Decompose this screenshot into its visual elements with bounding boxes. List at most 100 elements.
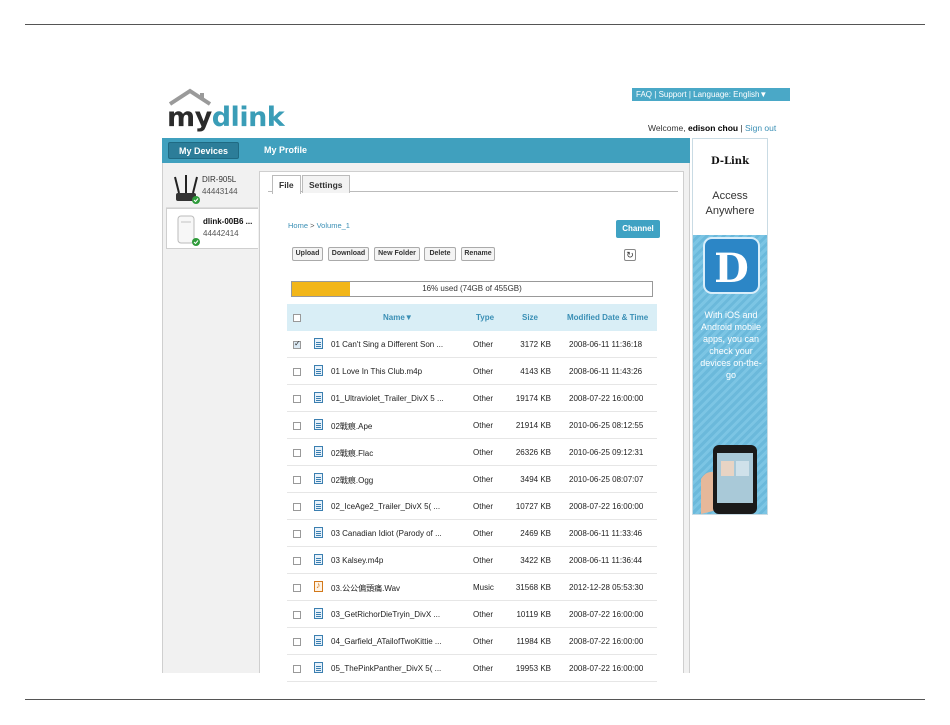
row-checkbox[interactable]	[293, 503, 301, 511]
top-links-bar: FAQ | Support | Language: English▼	[632, 88, 790, 101]
document-icon	[314, 419, 323, 430]
table-row[interactable]: 02戰痕.Ape Other 21914 KB 2010-06-25 08:12:55	[287, 412, 657, 439]
welcome-label: Welcome,	[648, 123, 686, 133]
file-modified: 2008-06-11 11:36:44	[569, 556, 643, 565]
file-type: Other	[473, 610, 494, 619]
breadcrumb-volume[interactable]: Volume_1	[317, 221, 350, 230]
file-name[interactable]: 01 Can't Sing a Different Son ...	[331, 340, 443, 349]
column-type[interactable]: Type	[476, 313, 494, 322]
file-name[interactable]: 02_IceAge2_Trailer_DivX 5( ...	[331, 502, 440, 511]
file-name[interactable]: 02戰痕.Ogg	[331, 475, 373, 486]
row-checkbox[interactable]	[293, 638, 301, 646]
file-size: 3494 KB	[520, 475, 551, 484]
row-checkbox[interactable]	[293, 449, 301, 457]
file-modified: 2008-06-11 11:33:46	[569, 529, 643, 538]
ad-tagline-line-1: Access	[712, 190, 748, 202]
tab-my-profile[interactable]: My Profile	[254, 142, 317, 159]
sign-out-link[interactable]: Sign out	[745, 123, 776, 133]
table-row[interactable]: 02戰痕.Ogg Other 3494 KB 2010-06-25 08:07:07	[287, 466, 657, 493]
file-name[interactable]: 03 Kalsey.m4p	[331, 556, 383, 565]
row-checkbox[interactable]	[293, 530, 301, 538]
file-type: Music	[473, 583, 494, 592]
document-icon	[314, 500, 323, 511]
row-checkbox[interactable]	[293, 476, 301, 484]
breadcrumb: Home > Volume_1	[288, 221, 350, 230]
file-name[interactable]: 01 Love In This Club.m4p	[331, 367, 422, 376]
row-checkbox[interactable]	[293, 665, 301, 673]
file-name[interactable]: 02戰痕.Flac	[331, 448, 373, 459]
row-checkbox[interactable]	[293, 611, 301, 619]
table-header: Name▼ Type Size Modified Date & Time	[287, 304, 657, 331]
channel-button[interactable]: Channel	[616, 220, 660, 238]
file-size: 19174 KB	[515, 394, 551, 403]
faq-link[interactable]: FAQ	[636, 90, 652, 99]
document-icon	[314, 608, 323, 619]
table-row[interactable]: 03 Canadian Idiot (Parody of ... Other 246…	[287, 520, 657, 547]
table-row[interactable]: 03_GetRichorDieTryin_DivX ... Other 10119 …	[287, 601, 657, 628]
upload-button[interactable]: Upload	[292, 247, 323, 261]
row-checkbox[interactable]	[293, 422, 301, 430]
file-size: 3422 KB	[520, 556, 551, 565]
row-checkbox[interactable]	[293, 368, 301, 376]
ad-header: D-Link Access Anywhere	[693, 139, 767, 235]
file-modified: 2010-06-25 09:12:31	[569, 448, 644, 457]
tab-settings[interactable]: Settings	[302, 175, 350, 193]
file-name[interactable]: 03_GetRichorDieTryin_DivX ...	[331, 610, 440, 619]
column-modified[interactable]: Modified Date & Time	[567, 313, 648, 322]
select-all-checkbox[interactable]	[293, 314, 301, 322]
table-row[interactable]: 01 Can't Sing a Different Son ... Other 31…	[287, 331, 657, 358]
file-modified: 2008-06-11 11:36:18	[569, 340, 643, 349]
table-row[interactable]: 02戰痕.Flac Other 26326 KB 2010-06-25 09:12:3…	[287, 439, 657, 466]
document-icon	[314, 365, 323, 376]
router-icon	[174, 175, 200, 204]
row-checkbox[interactable]	[293, 557, 301, 565]
file-modified: 2008-07-22 16:00:00	[569, 610, 644, 619]
main-nav: My Devices My Profile	[162, 138, 690, 163]
table-row[interactable]: 05_ThePinkPanther_DivX 5( ... Other 19953 …	[287, 655, 657, 682]
refresh-icon[interactable]: ↻	[624, 249, 636, 261]
document-icon	[314, 473, 323, 484]
table-row[interactable]: 03.公公偏頭痛.Wav Music 31568 KB 2012-12-28 05:5…	[287, 574, 657, 601]
file-name[interactable]: 04_Garfield_ATailofTwoKittie ...	[331, 637, 442, 646]
column-size[interactable]: Size	[522, 313, 538, 322]
tab-my-devices[interactable]: My Devices	[168, 142, 240, 159]
breadcrumb-home[interactable]: Home	[288, 221, 308, 230]
device-id: 44443144	[202, 187, 238, 196]
table-row[interactable]: 04_Garfield_ATailofTwoKittie ... Other 119…	[287, 628, 657, 655]
column-name[interactable]: Name▼	[383, 313, 413, 322]
advertisement-banner[interactable]: D-Link Access Anywhere D With iOS and An…	[692, 138, 768, 515]
row-checkbox[interactable]	[293, 584, 301, 592]
mydlink-logo[interactable]: mydlink	[165, 88, 285, 136]
file-name[interactable]: 02戰痕.Ape	[331, 421, 372, 432]
music-file-icon	[314, 580, 323, 592]
document-icon	[314, 635, 323, 646]
download-button[interactable]: Download	[328, 247, 369, 261]
table-row[interactable]: 01_Ultraviolet_Trailer_DivX 5 ... Other 19…	[287, 385, 657, 412]
language-select[interactable]: Language: English▼	[693, 90, 767, 99]
file-name[interactable]: 05_ThePinkPanther_DivX 5( ...	[331, 664, 441, 673]
table-row[interactable]: 01 Love In This Club.m4p Other 4143 KB 2008…	[287, 358, 657, 385]
file-size: 10119 KB	[516, 610, 551, 619]
table-row[interactable]: 03 Kalsey.m4p Other 3422 KB 2008-06-11 11:3…	[287, 547, 657, 574]
file-type: Other	[473, 340, 494, 349]
file-type: Other	[473, 529, 494, 538]
file-name[interactable]: 01_Ultraviolet_Trailer_DivX 5 ...	[331, 394, 444, 403]
breadcrumb-separator: >	[310, 221, 315, 230]
new-folder-button[interactable]: New Folder	[374, 247, 420, 261]
rename-button[interactable]: Rename	[461, 247, 495, 261]
dlink-brand-logo: D-Link	[710, 156, 750, 167]
delete-button[interactable]: Delete	[424, 247, 456, 261]
device-item[interactable]: DIR-905L 44443144	[166, 167, 258, 208]
file-size: 2469 KB	[520, 529, 551, 538]
table-row[interactable]: 02_IceAge2_Trailer_DivX 5( ... Other 10727…	[287, 493, 657, 520]
device-name: DIR-905L	[202, 175, 237, 184]
tab-file[interactable]: File	[272, 175, 301, 194]
row-checkbox[interactable]	[293, 395, 301, 403]
support-link[interactable]: Support	[659, 90, 687, 99]
file-modified: 2008-07-22 16:00:00	[569, 502, 644, 511]
file-name[interactable]: 03.公公偏頭痛.Wav	[331, 583, 400, 594]
row-checkbox[interactable]	[293, 339, 301, 349]
file-name[interactable]: 03 Canadian Idiot (Parody of ...	[331, 529, 442, 538]
device-item-selected[interactable]: dlink-00B6 ... 44442414	[166, 208, 258, 249]
logo-wordmark: mydlink	[167, 102, 285, 133]
